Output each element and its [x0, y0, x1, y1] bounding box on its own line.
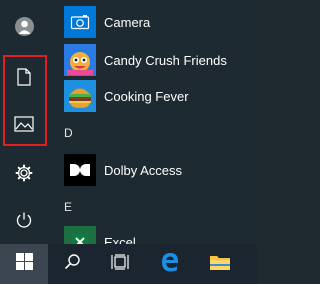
- excel-icon: [64, 226, 96, 244]
- gear-icon: [15, 164, 33, 182]
- settings-button[interactable]: [0, 154, 48, 192]
- app-label: Dolby Access: [104, 162, 183, 178]
- task-view-button[interactable]: [96, 244, 144, 284]
- start-rail: [0, 0, 48, 244]
- search-button[interactable]: [48, 244, 96, 284]
- cooking-fever-icon: [64, 80, 96, 112]
- app-list: Camera Candy Crush Friends Cooking Fever…: [56, 0, 257, 244]
- candy-crush-icon: [64, 44, 96, 76]
- search-icon: [64, 253, 81, 275]
- task-view-icon: [111, 253, 129, 275]
- app-item-dolby-access[interactable]: Dolby Access: [56, 152, 257, 188]
- start-button[interactable]: [0, 244, 48, 284]
- edge-button[interactable]: [146, 244, 194, 284]
- section-header-d[interactable]: D: [64, 126, 73, 140]
- app-item-cooking-fever[interactable]: Cooking Fever: [56, 78, 257, 114]
- app-item-excel[interactable]: Excel: [56, 224, 257, 244]
- edge-icon: [160, 252, 180, 277]
- app-item-candy-crush-friends[interactable]: Candy Crush Friends: [56, 42, 257, 78]
- power-button[interactable]: [0, 200, 48, 240]
- app-label: Candy Crush Friends: [104, 52, 227, 68]
- camera-icon: [64, 6, 96, 38]
- file-explorer-button[interactable]: [196, 244, 244, 284]
- windows-icon: [15, 253, 33, 275]
- app-item-camera[interactable]: Camera: [56, 4, 257, 40]
- dolby-icon: [64, 154, 96, 186]
- app-label: Excel: [104, 234, 136, 245]
- document-icon: [16, 68, 32, 86]
- section-header-e[interactable]: E: [64, 200, 72, 214]
- account-button[interactable]: [0, 8, 48, 44]
- pictures-icon: [14, 116, 34, 132]
- pictures-button[interactable]: [0, 104, 48, 144]
- taskbar: [0, 244, 257, 284]
- app-label: Camera: [104, 14, 151, 30]
- folder-icon: [209, 253, 231, 276]
- app-label: Cooking Fever: [104, 88, 189, 104]
- documents-button[interactable]: [0, 57, 48, 97]
- start-menu: Camera Candy Crush Friends Cooking Fever…: [0, 0, 257, 244]
- user-icon: [14, 16, 34, 36]
- power-icon: [15, 211, 33, 229]
